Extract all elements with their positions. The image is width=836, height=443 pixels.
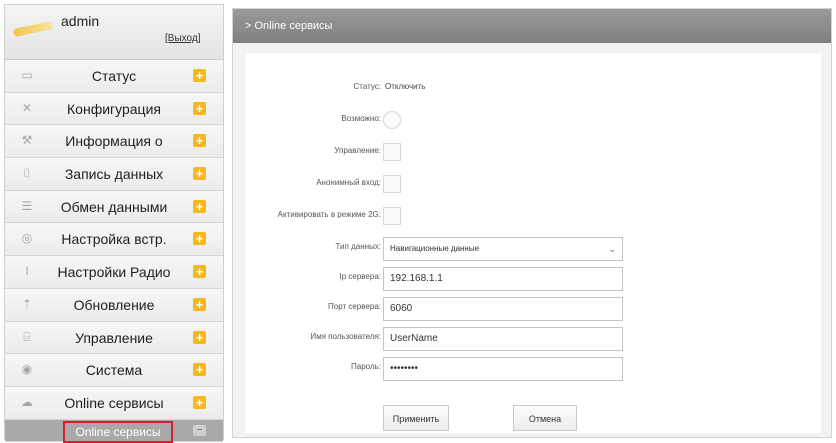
sidebar-item-embedded-settings[interactable]: ◎ Настройка встр. + [5, 223, 223, 257]
expand-icon[interactable]: + [193, 363, 206, 377]
activate-2g-label: Активировать в режиме 2G: [277, 210, 381, 219]
upload-icon: ⇡ [21, 296, 33, 311]
password-label: Пароль: [351, 362, 381, 371]
server-ip-label: Ip сервера: [339, 272, 381, 281]
apply-button[interactable]: Применить [383, 405, 449, 431]
sidebar-item-label: Настройки Радио [57, 264, 171, 281]
sidebar-item-configuration[interactable]: ✕ Конфигурация + [5, 92, 223, 126]
monitor-icon: ▭ [21, 68, 33, 82]
sidebar-item-label: Управление [75, 329, 153, 346]
sidebar-item-label: Статус [91, 68, 137, 84]
user-box: admin [Выход] [5, 5, 223, 60]
server-ip-input[interactable]: 192.168.1.1 [383, 267, 623, 291]
status-row: Статус: Отключить [245, 77, 821, 101]
expand-icon[interactable]: + [193, 330, 206, 344]
sidebar-item-online-services[interactable]: ☁ Online сервисы + [5, 386, 223, 420]
username-input[interactable]: UserName [383, 327, 623, 351]
sidebar-item-management[interactable]: ⌸ Управление + [5, 321, 223, 355]
server-port-label: Порт сервера: [328, 302, 381, 311]
username-field-label: Имя пользователя: [310, 332, 381, 341]
settings-icon: ◎ [21, 231, 33, 246]
server-port-row: Порт сервера: 6060 [245, 297, 821, 321]
expand-icon[interactable]: + [193, 265, 206, 279]
logout-link[interactable]: [Выход] [165, 33, 200, 44]
sidebar-item-update[interactable]: ⇡ Обновление + [5, 288, 223, 322]
password-row: Пароль: •••••••• [245, 357, 821, 381]
status-value: Отключить [385, 82, 426, 91]
data-type-row: Тип данных: Навигационные данные ⌄ [245, 237, 821, 261]
expand-icon[interactable]: + [193, 297, 206, 311]
sidebar-item-label: Система [85, 362, 143, 379]
collapse-icon[interactable]: − [193, 424, 206, 436]
status-label: Статус: [353, 82, 381, 91]
sidebar-menu: ▭ Статус + ✕ Конфигурация + ⚒ Информация… [5, 60, 223, 443]
info-icon: ⚒ [21, 133, 33, 148]
expand-icon[interactable]: + [193, 167, 206, 181]
username-label: admin [61, 13, 100, 29]
anon-row: Анонимный вход: [245, 173, 821, 197]
sidebar-subitem-online-services[interactable]: Online сервисы − [5, 419, 223, 443]
record-icon: ⌷ [23, 166, 31, 181]
expand-icon[interactable]: + [193, 199, 206, 213]
anonymous-login-label: Анонимный вход: [316, 178, 381, 187]
sidebar-item-info[interactable]: ⚒ Информация о + [5, 125, 223, 159]
manage-icon: ⌸ [23, 329, 31, 344]
sidebar-item-label: Обновление [73, 296, 155, 313]
password-input[interactable]: •••••••• [383, 357, 623, 381]
data-type-value: Навигационные данные [390, 244, 480, 253]
cloud-icon: ☁ [21, 394, 33, 409]
sidebar-item-label: Online сервисы [64, 394, 164, 411]
activate-2g-row: Активировать в режиме 2G: [245, 205, 821, 229]
manage-label: Управление: [334, 146, 381, 155]
enable-row: Возможно: [245, 109, 821, 133]
anonymous-login-checkbox[interactable] [383, 175, 401, 193]
activate-2g-checkbox[interactable] [383, 207, 401, 225]
manage-checkbox[interactable] [383, 143, 401, 161]
expand-icon[interactable]: + [193, 232, 206, 246]
server-ip-row: Ip сервера: 192.168.1.1 [245, 267, 821, 291]
server-port-input[interactable]: 6060 [383, 297, 623, 321]
sidebar-item-radio-settings[interactable]: I Настройки Радио + [5, 256, 223, 289]
manage-row: Управление: [245, 141, 821, 165]
exchange-icon: ☰ [21, 198, 33, 213]
chevron-down-icon: ⌄ [608, 244, 616, 254]
sidebar-item-label: Настройка встр. [61, 231, 167, 248]
logo-icon [12, 20, 54, 38]
tools-icon: ✕ [21, 100, 33, 115]
data-type-label: Тип данных: [335, 242, 381, 251]
sidebar-item-data-recording[interactable]: ⌷ Запись данных + [5, 158, 223, 191]
sidebar-item-label: Конфигурация [67, 100, 161, 117]
sidebar: admin [Выход] ▭ Статус + ✕ Конфигурация … [4, 4, 224, 443]
sidebar-item-label: Обмен данными [60, 198, 168, 215]
content-area: > Online сервисы Статус: Отключить Возмо… [232, 8, 832, 438]
sidebar-subitem-label[interactable]: Online сервисы [63, 420, 173, 443]
data-type-select[interactable]: Навигационные данные ⌄ [383, 237, 623, 261]
sidebar-item-label: Запись данных [64, 166, 164, 183]
cancel-button[interactable]: Отмена [513, 405, 577, 431]
radio-icon: I [25, 264, 29, 279]
sidebar-item-data-exchange[interactable]: ☰ Обмен данными + [5, 190, 223, 224]
breadcrumb: > Online сервисы [233, 9, 831, 43]
username-row: Имя пользователя: UserName [245, 327, 821, 351]
sidebar-item-status[interactable]: ▭ Статус + [5, 60, 223, 93]
sidebar-item-system[interactable]: ◉ Система + [5, 354, 223, 387]
enable-label: Возможно: [341, 114, 381, 123]
enable-checkbox[interactable] [383, 111, 401, 129]
expand-icon[interactable]: + [193, 69, 206, 82]
expand-icon[interactable]: + [193, 101, 206, 115]
system-icon: ◉ [21, 362, 33, 377]
settings-panel: Статус: Отключить Возможно: Управление: … [245, 53, 821, 433]
expand-icon[interactable]: + [193, 134, 206, 148]
sidebar-item-label: Информация о [65, 133, 163, 150]
expand-icon[interactable]: + [193, 395, 206, 409]
